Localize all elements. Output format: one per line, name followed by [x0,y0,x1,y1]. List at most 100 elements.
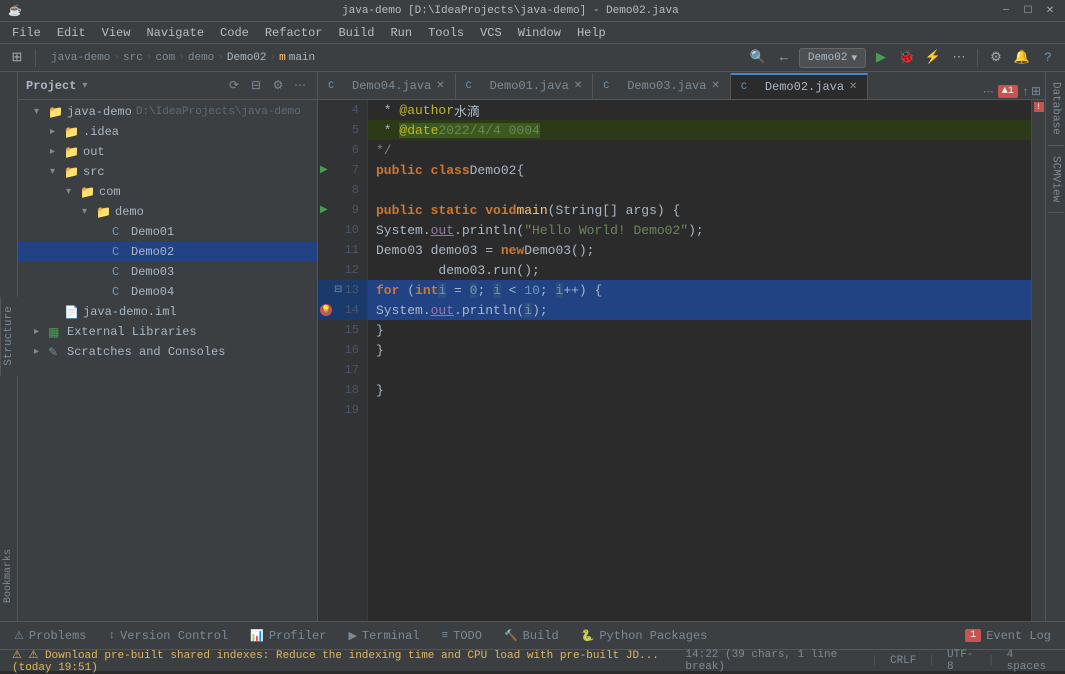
database-tab[interactable]: Database [1048,72,1064,146]
code-line-15: } [368,320,1031,340]
tab-demo04-close[interactable]: ✕ [436,80,444,92]
tree-ext-libs[interactable]: ▸ ▦ External Libraries [18,322,317,342]
run-gutter-9[interactable]: ▶ [320,204,328,216]
search-everywhere-btn[interactable]: 🔍 [747,47,769,69]
tree-idea[interactable]: ▸ 📁 .idea [18,122,317,142]
run-config-selector[interactable]: Demo02 ▾ [799,48,866,68]
run-config-dropdown[interactable]: ▾ [851,51,857,65]
close-button[interactable]: ✕ [1043,4,1057,18]
problems-tab[interactable]: ⚠ Problems [4,624,96,648]
scmview-tab[interactable]: SCMView [1048,146,1064,213]
breadcrumb-class[interactable]: Demo02 [227,52,267,64]
menu-help[interactable]: Help [569,24,614,42]
run-gutter-7[interactable]: ▶ [320,164,328,176]
toolbar-project-btn[interactable]: ⊞ [6,47,28,69]
expand-btn[interactable]: ⊞ [1031,84,1041,99]
gutter-17: 17 [318,360,367,380]
menu-window[interactable]: Window [510,24,569,42]
collapse-all-btn[interactable]: ⊟ [247,77,265,95]
menu-view[interactable]: View [94,24,139,42]
settings-btn[interactable]: ⚙ [985,47,1007,69]
idea-folder-icon: 📁 [64,125,80,140]
menu-code[interactable]: Code [212,24,257,42]
structure-tab[interactable]: Structure [0,296,18,375]
tab-demo03-close[interactable]: ✕ [711,80,719,92]
tab-demo02[interactable]: C Demo02.java ✕ [731,73,869,99]
tree-demo01[interactable]: C Demo01 [18,222,317,242]
tree-root[interactable]: ▾ 📁 java-demo D:\IdeaProjects\java-demo [18,102,317,122]
pin-btn[interactable]: ↑ [1022,85,1029,99]
tree-demo04[interactable]: C Demo04 [18,282,317,302]
status-warning[interactable]: ⚠ ⚠ Download pre-built shared indexes: R… [8,648,665,674]
debug-btn[interactable]: 🐞 [896,47,918,69]
toolbar-right: 🔍 ← Demo02 ▾ ▶ 🐞 ⚡ ⋯ ⚙ 🔔 ? [747,47,1059,69]
sync-btn[interactable]: ⟳ [225,77,243,95]
panel-settings-btn[interactable]: ⚙ [269,77,287,95]
status-indent[interactable]: 4 spaces [1003,649,1057,673]
menu-edit[interactable]: Edit [49,24,94,42]
tab-demo02-close[interactable]: ✕ [849,81,857,93]
tree-out-arrow: ▸ [50,146,64,158]
tree-src[interactable]: ▾ 📁 src [18,162,317,182]
tab-demo03[interactable]: C Demo03.java ✕ [593,73,731,99]
panel-more-btn[interactable]: ⋯ [291,77,309,95]
tree-iml[interactable]: 📄 java-demo.iml [18,302,317,322]
todo-tab[interactable]: ≡ TODO [432,624,492,648]
title-bar-controls: — ☐ ✕ [999,4,1057,18]
profiler-tab[interactable]: 📊 Profiler [240,624,336,648]
code-editor[interactable]: * @author 水滴 * @date 2022/4/4 0004 */ pu… [368,100,1031,621]
status-position[interactable]: 14:22 (39 chars, 1 line break) [681,649,863,673]
warning-icon: ⚠ [12,650,22,662]
help-btn[interactable]: ? [1037,47,1059,69]
breadcrumb-com[interactable]: com [155,52,175,64]
menu-vcs[interactable]: VCS [472,24,510,42]
menu-refactor[interactable]: Refactor [257,24,331,42]
tab-demo01-close[interactable]: ✕ [574,80,582,92]
tree-idea-label: .idea [83,125,119,139]
tree-com[interactable]: ▾ 📁 com [18,182,317,202]
menu-run[interactable]: Run [382,24,420,42]
maximize-button[interactable]: ☐ [1021,4,1035,18]
event-log-tab[interactable]: 1 Event Log [955,624,1061,648]
breadcrumb-project[interactable]: java-demo [51,52,110,64]
menu-tools[interactable]: Tools [420,24,472,42]
tree-out-label: out [83,145,105,159]
code-line-5: * @date 2022/4/4 0004 [368,120,1031,140]
run-with-coverage-btn[interactable]: ⚡ [922,47,944,69]
panel-dropdown-arrow[interactable]: ▾ [82,80,87,92]
tree-scratches[interactable]: ▸ ✎ Scratches and Consoles [18,342,317,362]
status-line-sep[interactable]: CRLF [886,655,920,667]
breadcrumb-demo[interactable]: demo [188,52,214,64]
tab-demo03-label: Demo03.java [627,79,706,93]
bookmarks-tab[interactable]: Bookmarks [1,541,16,611]
python-packages-tab[interactable]: 🐍 Python Packages [571,624,718,648]
fold-gutter-13[interactable]: ⊟ [334,284,342,296]
menu-navigate[interactable]: Navigate [138,24,212,42]
tree-demo[interactable]: ▾ 📁 demo [18,202,317,222]
minimize-button[interactable]: — [999,4,1013,18]
tab-demo01[interactable]: C Demo01.java ✕ [456,73,594,99]
tab-demo04[interactable]: C Demo04.java ✕ [318,73,456,99]
status-encoding[interactable]: UTF-8 [943,649,980,673]
tree-out[interactable]: ▸ 📁 out [18,142,317,162]
status-warning-text: ⚠ Download pre-built shared indexes: Red… [12,650,659,674]
notification-btn[interactable]: 🔔 [1011,47,1033,69]
tree-root-path: D:\IdeaProjects\java-demo [136,106,301,118]
run-btn[interactable]: ▶ [870,47,892,69]
build-tab[interactable]: 🔨 Build [494,624,569,648]
tree-demo03[interactable]: C Demo03 [18,262,317,282]
breakpoint-14[interactable]: 💡 [320,304,332,316]
gutter-9: ▶ 9 [318,200,367,220]
more-run-options-btn[interactable]: ⋯ [948,47,970,69]
terminal-tab[interactable]: ▶ Terminal [338,624,429,648]
breadcrumb-main[interactable]: main [289,52,315,64]
nav-back-btn[interactable]: ← [773,47,795,69]
menu-file[interactable]: File [4,24,49,42]
tree-extlibs-label: External Libraries [67,325,197,339]
menu-build[interactable]: Build [330,24,382,42]
tree-demo02[interactable]: C Demo02 [18,242,317,262]
breadcrumb-src[interactable]: src [123,52,143,64]
tab-bar-more[interactable]: ⋯ [983,85,994,99]
breadcrumb-method[interactable]: m [279,52,286,64]
version-control-tab[interactable]: ↕ Version Control [98,624,238,648]
